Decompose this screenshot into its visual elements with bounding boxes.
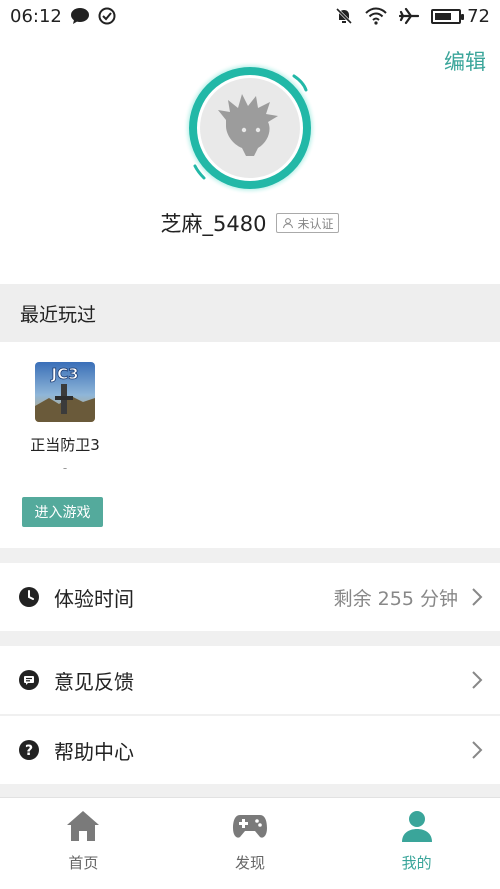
- clock-icon: [18, 586, 40, 608]
- avatar-ring-icon: [183, 61, 317, 195]
- message-icon: [70, 7, 90, 25]
- experience-time-value: 剩余 255 分钟: [333, 587, 458, 610]
- battery-icon: [431, 8, 465, 24]
- experience-time-label: 体验时间: [54, 586, 134, 611]
- mute-icon: [335, 7, 353, 25]
- status-time: 06:12: [10, 5, 62, 27]
- status-bar: 06:12 72: [0, 0, 500, 32]
- nav-discover[interactable]: 发现: [167, 798, 334, 889]
- help-icon: ?: [18, 739, 40, 761]
- bottom-nav: 首页 发现 我的: [0, 797, 500, 889]
- battery-fill: [435, 12, 452, 20]
- game-card[interactable]: JC3 正当防卫3 -: [20, 362, 110, 475]
- profile-header: 编辑 芝麻_5480 未认证: [0, 32, 500, 284]
- avatar[interactable]: [182, 60, 318, 196]
- recent-section-header: 最近玩过: [0, 284, 500, 342]
- feedback-row[interactable]: 意见反馈: [0, 646, 500, 714]
- verify-badge-label: 未认证: [297, 216, 334, 231]
- battery-level: 72: [467, 5, 490, 27]
- help-center-label: 帮助中心: [54, 739, 134, 764]
- battery-indicator: 72: [431, 6, 490, 27]
- nav-home[interactable]: 首页: [0, 798, 167, 889]
- chevron-right-icon: [470, 740, 484, 760]
- feedback-icon: [18, 669, 40, 691]
- feedback-label: 意见反馈: [54, 669, 134, 694]
- game-subtitle: -: [62, 461, 68, 475]
- svg-text:?: ?: [25, 743, 33, 759]
- enter-game-button[interactable]: 进入游戏: [22, 497, 103, 527]
- edit-button[interactable]: 编辑: [444, 46, 486, 76]
- user-outline-icon: [282, 217, 294, 229]
- home-icon: [65, 808, 101, 844]
- gamepad-icon: [232, 808, 268, 844]
- experience-time-row[interactable]: 体验时间 剩余 255 分钟: [0, 563, 500, 631]
- recent-games: JC3 正当防卫3 - 进入游戏: [0, 342, 500, 548]
- chevron-right-icon: [470, 587, 484, 607]
- verify-badge[interactable]: 未认证: [276, 213, 340, 233]
- airplane-icon: [399, 7, 420, 25]
- nav-discover-label: 发现: [235, 854, 266, 872]
- nav-home-label: 首页: [68, 854, 99, 872]
- wifi-icon: [365, 7, 387, 25]
- nav-mine[interactable]: 我的: [333, 798, 500, 889]
- game-thumbnail[interactable]: JC3: [35, 362, 95, 422]
- username-row: 芝麻_5480 未认证: [0, 208, 500, 238]
- game-name: 正当防卫3: [30, 436, 100, 454]
- person-icon: [399, 808, 435, 844]
- game-thumb-text: JC3: [50, 365, 78, 383]
- chevron-right-icon: [470, 670, 484, 690]
- username: 芝麻_5480: [160, 212, 267, 236]
- nav-mine-label: 我的: [401, 854, 432, 872]
- check-circle-icon: [98, 7, 116, 25]
- help-center-row[interactable]: ? 帮助中心: [0, 716, 500, 784]
- recent-section-title: 最近玩过: [20, 303, 97, 326]
